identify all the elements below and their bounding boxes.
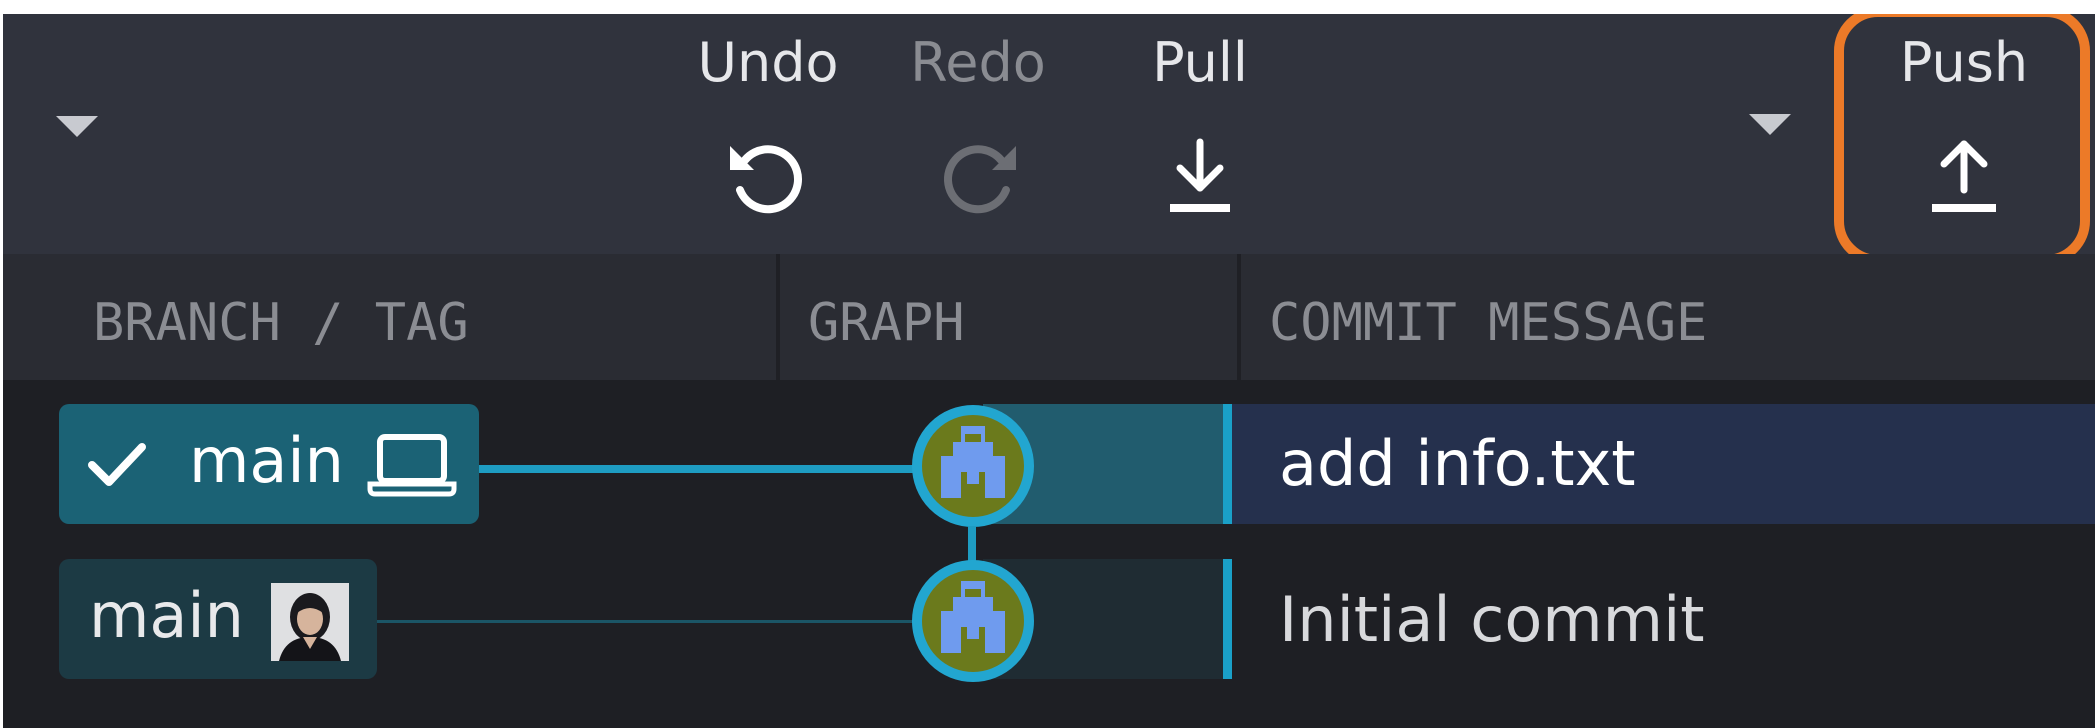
graph-row-accent [1223,559,1232,679]
column-branch-tag[interactable]: BRANCH / TAG [93,292,469,354]
commit-message: add info.txt [1279,427,1636,500]
branch-tag-label: main [89,579,244,652]
undo-icon [730,145,802,214]
pull-download-icon [1170,138,1230,212]
column-header: BRANCH / TAG GRAPH COMMIT MESSAGE [3,254,2095,380]
pull-button[interactable]: Pull [1125,14,1275,244]
checkmark-icon [88,443,146,486]
toolbar: Undo Redo Pull Push [3,14,2095,265]
branch-connector-line [375,620,955,623]
commit-message: Initial commit [1279,583,1705,656]
redo-button[interactable]: Redo [903,14,1053,244]
git-client-window: Undo Redo Pull Push BRANCH / TAG GRAPH C… [3,14,2095,728]
user-avatar [271,583,349,661]
undo-label: Undo [697,31,839,94]
redo-label: Redo [910,31,1046,94]
column-divider[interactable] [1237,254,1241,380]
branch-tag-main-remote[interactable]: main [59,559,377,679]
laptop-icon [367,434,457,497]
graph-row-accent [1223,404,1232,524]
pull-options-caret-icon[interactable] [1749,114,1791,135]
pull-label: Pull [1152,31,1248,94]
branch-tag-label: main [189,424,344,497]
commit-node-avatar[interactable] [911,404,1035,528]
branch-tag-main-local[interactable]: main [59,404,479,524]
caret-down-icon[interactable] [56,116,98,137]
push-highlight-box [1834,14,2090,265]
column-graph[interactable]: GRAPH [808,292,965,354]
column-commit-message[interactable]: COMMIT MESSAGE [1269,292,1707,354]
branch-connector-line [475,465,955,473]
commit-node-avatar[interactable] [911,559,1035,683]
redo-icon [944,145,1016,214]
undo-button[interactable]: Undo [693,14,843,244]
column-divider[interactable] [776,254,780,380]
